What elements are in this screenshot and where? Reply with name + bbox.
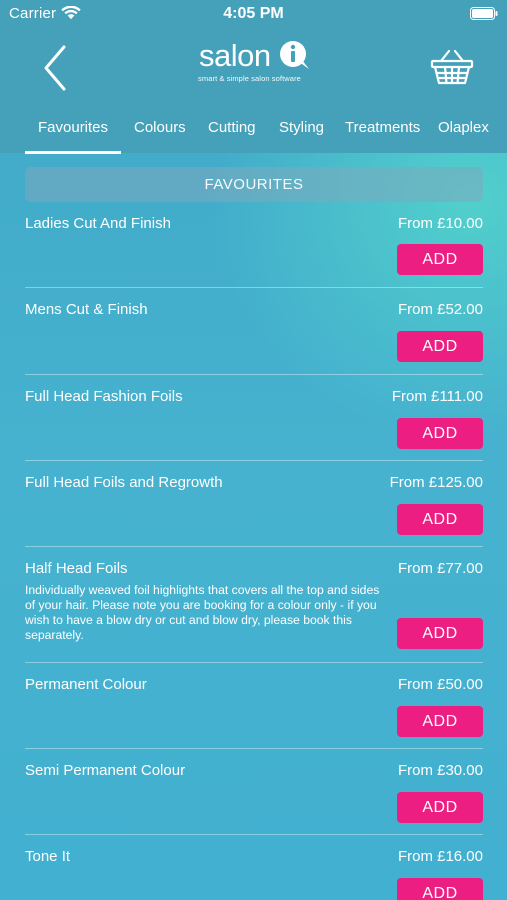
add-button[interactable]: ADD — [397, 706, 483, 737]
tab-treatments[interactable]: Treatments — [345, 119, 420, 136]
service-price: From £125.00 — [389, 474, 483, 491]
service-name: Permanent Colour — [25, 676, 147, 693]
service-name: Ladies Cut And Finish — [25, 215, 171, 232]
add-button[interactable]: ADD — [397, 331, 483, 362]
tab-cutting[interactable]: Cutting — [208, 119, 256, 136]
tab-favourites[interactable]: Favourites — [38, 119, 108, 136]
back-button[interactable] — [40, 44, 72, 92]
salon-logo: salon smart & simple salon software — [193, 38, 318, 88]
status-time: 4:05 PM — [223, 5, 284, 22]
service-item: Full Head Fashion Foils From £111.00 ADD — [25, 375, 483, 461]
service-price: From £16.00 — [397, 848, 483, 865]
service-item: Tone It From £16.00 ADD — [25, 835, 483, 900]
service-name: Tone It — [25, 848, 71, 865]
service-price: From £52.00 — [397, 301, 483, 318]
battery-icon — [470, 7, 498, 20]
app-screen: Carrier 4:05 PM salon smart & simple sal… — [0, 0, 507, 900]
service-item: Semi Permanent Colour From £30.00 ADD — [25, 749, 483, 835]
service-price: From £111.00 — [391, 388, 483, 405]
service-item: Mens Cut & Finish From £52.00 ADD — [25, 288, 483, 375]
add-button[interactable]: ADD — [397, 618, 483, 649]
basket-icon[interactable] — [430, 48, 474, 86]
tab-colours[interactable]: Colours — [134, 119, 186, 136]
add-button[interactable]: ADD — [397, 878, 483, 900]
add-button[interactable]: ADD — [397, 418, 483, 449]
service-item: Permanent Colour From £50.00 ADD — [25, 663, 483, 749]
service-price: From £10.00 — [397, 215, 483, 232]
service-price: From £77.00 — [397, 560, 483, 577]
add-button[interactable]: ADD — [397, 504, 483, 535]
logo-i-mark — [280, 41, 309, 69]
app-header: Carrier 4:05 PM salon smart & simple sal… — [0, 0, 507, 154]
active-tab-indicator — [25, 151, 121, 154]
status-bar: Carrier 4:05 PM — [0, 0, 507, 30]
add-button[interactable]: ADD — [397, 792, 483, 823]
service-name: Full Head Fashion Foils — [25, 388, 183, 405]
section-header: FAVOURITES — [25, 167, 483, 202]
add-button[interactable]: ADD — [397, 244, 483, 275]
service-list: Ladies Cut And Finish From £10.00 ADD Me… — [25, 210, 483, 900]
tab-olaplex[interactable]: Olaplex — [438, 119, 489, 136]
service-price: From £50.00 — [397, 676, 483, 693]
tab-styling[interactable]: Styling — [279, 119, 324, 136]
logo-tagline: smart & simple salon software — [198, 74, 301, 83]
service-name: Full Head Foils and Regrowth — [25, 474, 223, 491]
logo-wordmark: salon — [199, 38, 271, 73]
service-item: Full Head Foils and Regrowth From £125.0… — [25, 461, 483, 547]
service-item: Ladies Cut And Finish From £10.00 ADD — [25, 210, 483, 288]
service-name: Half Head Foils — [25, 560, 128, 577]
service-name: Mens Cut & Finish — [25, 301, 148, 318]
service-price: From £30.00 — [397, 762, 483, 779]
service-item: Half Head Foils From £77.00 Individually… — [25, 547, 483, 663]
service-name: Semi Permanent Colour — [25, 762, 186, 779]
category-tabs: Favourites Colours Cutting Styling Treat… — [0, 113, 507, 154]
service-description: Individually weaved foil highlights that… — [25, 583, 380, 642]
